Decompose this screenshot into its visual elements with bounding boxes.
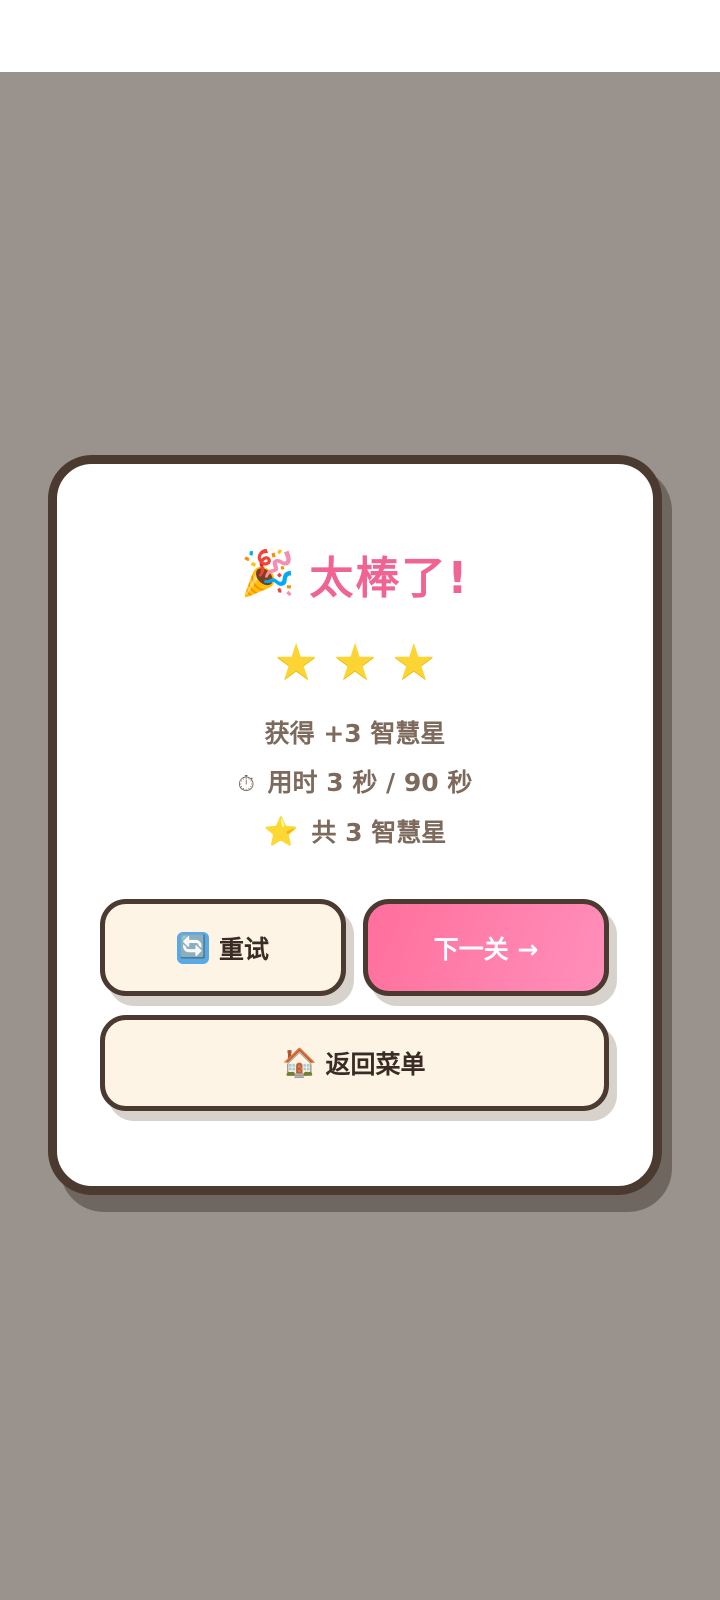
star-rating: ★ ★ ★ [57, 634, 653, 690]
star-icon: ★ [332, 633, 378, 691]
next-level-button[interactable]: 下一关 → [363, 899, 609, 996]
home-icon: 🏠 [282, 1046, 317, 1079]
time-info: ⏱ 用时 3 秒 / 90 秒 [57, 765, 653, 803]
star-icon: ⭐ [263, 815, 299, 848]
star-icon: ★ [391, 633, 437, 691]
dialog-title: 太棒了! [309, 553, 470, 604]
back-to-menu-button[interactable]: 🏠 返回菜单 [100, 1015, 609, 1111]
status-bar-area [0, 0, 720, 72]
stopwatch-icon: ⏱ [237, 772, 255, 797]
party-popper-icon: 🎉 [240, 548, 296, 599]
reward-text: 获得 +3 智慧星 [264, 719, 446, 748]
retry-button[interactable]: 🔄 重试 [100, 899, 346, 996]
retry-icon: 🔄 [176, 931, 209, 964]
total-stars-info: ⭐ 共 3 智慧星 [57, 814, 653, 851]
next-level-button-label: 下一关 → [433, 934, 539, 964]
time-text: 用时 3 秒 / 90 秒 [267, 768, 473, 797]
retry-button-label: 重试 [218, 934, 269, 964]
star-icon: ★ [273, 633, 319, 691]
back-to-menu-label: 返回菜单 [325, 1050, 426, 1079]
dialog-title-row: 🎉 太棒了! [57, 544, 653, 605]
level-complete-dialog: 🎉 太棒了! ★ ★ ★ 获得 +3 智慧星 ⏱ 用时 3 秒 / 90 秒 ⭐… [48, 455, 662, 1195]
total-stars-text: 共 3 智慧星 [311, 818, 447, 847]
